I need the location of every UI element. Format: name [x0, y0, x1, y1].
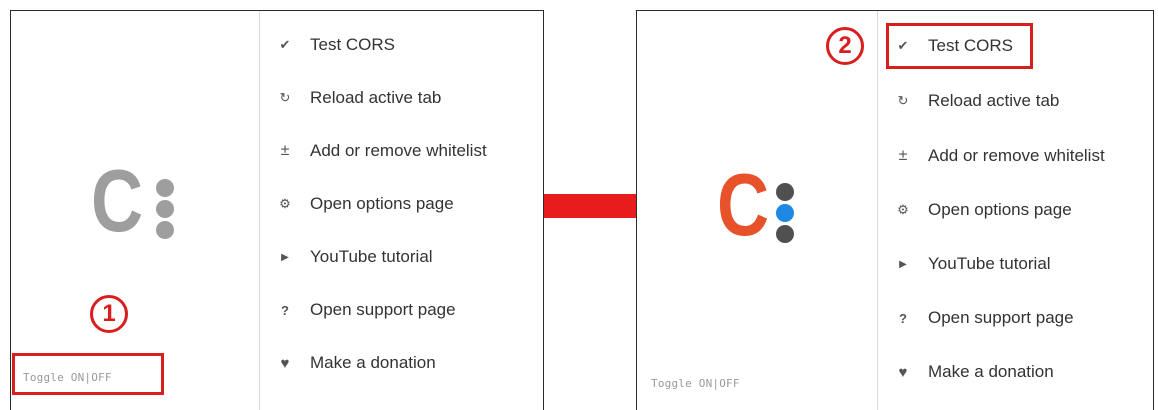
menu-item-make-donation[interactable]: ♥ Make a donation — [878, 352, 1153, 392]
menu-item-label: YouTube tutorial — [928, 254, 1051, 273]
logo-dot-middle — [156, 200, 174, 218]
popup-menu: ✔ Test CORS ↻ Reload active tab ± Add or… — [878, 11, 1153, 410]
logo-dot-top — [776, 183, 794, 201]
menu-item-label: Open support page — [310, 300, 456, 319]
menu-item-label: Make a donation — [928, 362, 1054, 381]
menu-item-label: Open support page — [928, 308, 1074, 327]
menu-item-open-options[interactable]: ⚙ Open options page — [878, 190, 1153, 230]
menu-item-open-options[interactable]: ⚙ Open options page — [260, 184, 543, 224]
question-icon: ? — [899, 310, 907, 326]
reload-icon: ↻ — [279, 90, 291, 105]
gear-icon: ⚙ — [897, 202, 909, 217]
logo-letter: C — [91, 151, 144, 250]
menu-item-make-donation[interactable]: ♥ Make a donation — [260, 343, 543, 383]
toggle-highlight-box — [12, 353, 164, 395]
menu-item-open-support[interactable]: ? Open support page — [260, 290, 543, 330]
logo-dot-top — [156, 179, 174, 197]
menu-item-label: Open options page — [310, 194, 454, 213]
gear-icon: ⚙ — [279, 196, 291, 211]
menu-item-label: Reload active tab — [310, 88, 442, 107]
logo-dot-bottom — [156, 221, 174, 239]
menu-item-reload-active-tab[interactable]: ↻ Reload active tab — [878, 81, 1153, 121]
heart-icon: ♥ — [898, 363, 908, 381]
heart-icon: ♥ — [280, 354, 290, 372]
menu-item-open-support[interactable]: ? Open support page — [878, 298, 1153, 338]
popup-menu: ✔ Test CORS ↻ Reload active tab ± Add or… — [260, 11, 543, 410]
menu-item-add-remove-whitelist[interactable]: ± Add or remove whitelist — [260, 131, 543, 171]
menu-item-youtube-tutorial[interactable]: ▶ YouTube tutorial — [878, 244, 1153, 284]
step-1-badge: 1 — [90, 295, 128, 333]
toggle-on-off[interactable]: Toggle ON|OFF — [651, 377, 740, 390]
extension-popup-before: C Toggle ON|OFF ✔ Test CORS ↻ Reload act… — [10, 10, 544, 410]
menu-item-label: Add or remove whitelist — [310, 141, 487, 160]
reload-icon: ↻ — [897, 93, 909, 108]
extension-popup-after: C Toggle ON|OFF ✔ Test CORS ↻ Reload act… — [636, 10, 1154, 410]
menu-item-label: YouTube tutorial — [310, 247, 433, 266]
play-icon: ▶ — [899, 258, 907, 270]
menu-item-label: Reload active tab — [928, 91, 1060, 110]
logo-dot-bottom — [776, 225, 794, 243]
question-icon: ? — [281, 302, 289, 318]
step-2-badge: 2 — [826, 27, 864, 65]
menu-item-label: Open options page — [928, 200, 1072, 219]
plus-minus-icon: ± — [898, 147, 908, 164]
menu-item-label: Make a donation — [310, 353, 436, 372]
play-icon: ▶ — [281, 251, 289, 263]
menu-item-label: Test CORS — [310, 35, 396, 54]
menu-item-youtube-tutorial[interactable]: ▶ YouTube tutorial — [260, 237, 543, 277]
menu-item-add-remove-whitelist[interactable]: ± Add or remove whitelist — [878, 136, 1153, 176]
menu-item-reload-active-tab[interactable]: ↻ Reload active tab — [260, 78, 543, 118]
logo-letter: C — [717, 155, 770, 254]
menu-item-test-cors[interactable]: ✔ Test CORS — [260, 25, 543, 65]
logo-dot-middle — [776, 204, 794, 222]
check-icon: ✔ — [279, 37, 291, 52]
plus-minus-icon: ± — [280, 142, 290, 159]
test-cors-highlight-box — [886, 23, 1033, 69]
menu-item-label: Add or remove whitelist — [928, 146, 1105, 165]
